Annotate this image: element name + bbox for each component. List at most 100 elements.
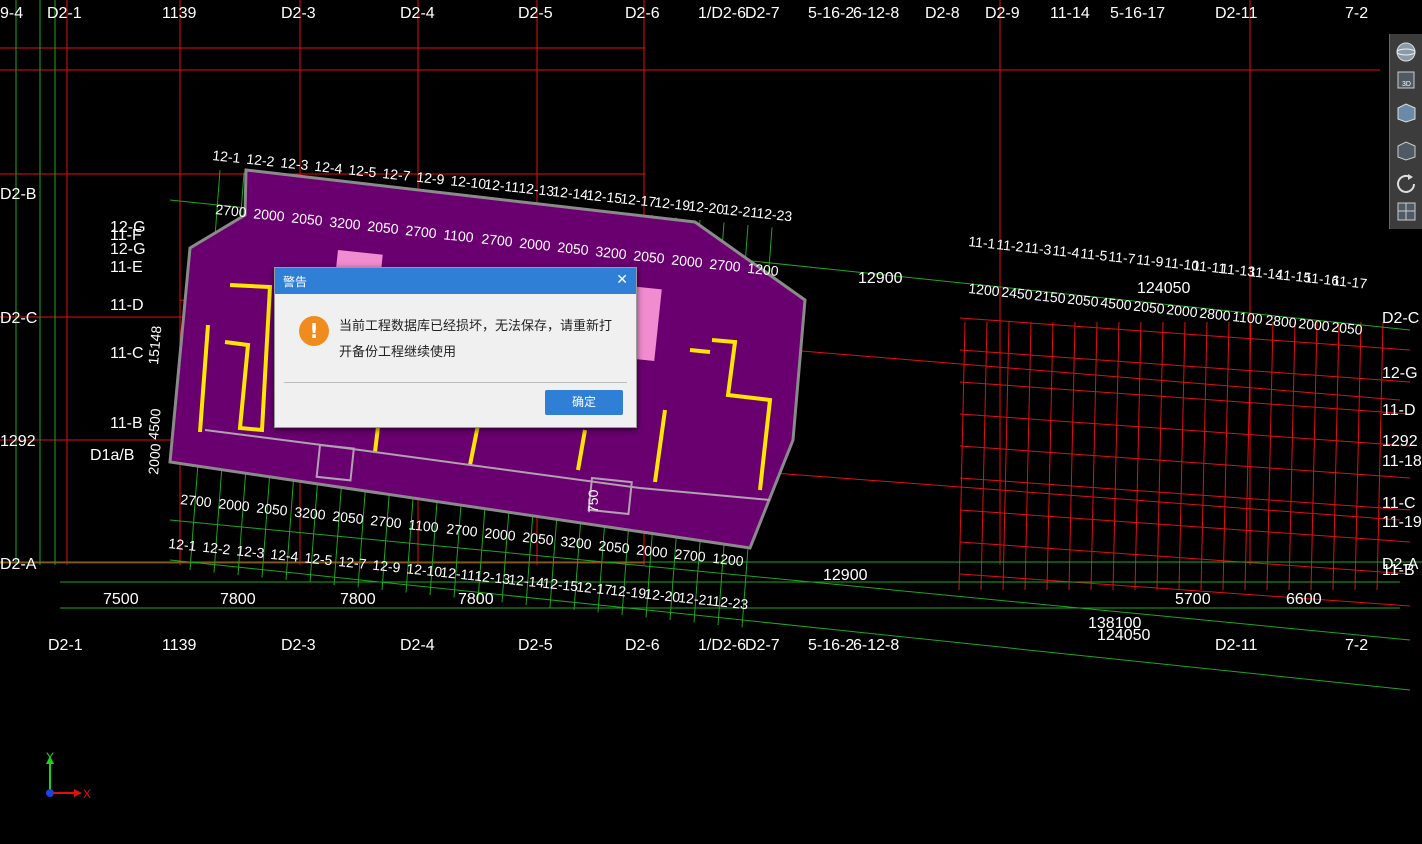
axis-label: 3200 [560, 533, 593, 552]
cad-drawing-canvas[interactable]: 9-4 D2-1 1139 D2-3 D2-4 D2-5 D2-6 1/D2-6D2-7 5-1… [0, 0, 1422, 844]
axis-label: 12-5 [348, 161, 378, 180]
axis-label: D2-11 [1215, 5, 1257, 22]
axis-label: 12-19 [654, 194, 691, 214]
axis-label: 2700 [481, 230, 514, 249]
axis-label: 12-15 [586, 187, 623, 207]
axis-label: 6-12-8 [853, 5, 899, 22]
axis-label: 2800 [1265, 312, 1298, 331]
axis-label: 5-16-17 [1110, 5, 1165, 22]
axis-label: 5-16-2 [808, 5, 854, 22]
view-toolbar: 3D [1389, 34, 1422, 229]
axis-label: 2000 [145, 443, 164, 476]
axis-label: 11-5 [1080, 245, 1109, 264]
axis-label: 6600 [1286, 591, 1322, 608]
axis-label: D2-1 [48, 637, 83, 654]
axis-label: D2-C [1382, 310, 1419, 327]
axis-label: 12-4 [314, 158, 344, 177]
axis-label: D1a/B [90, 447, 134, 464]
axis-label: 2450 [1001, 284, 1034, 303]
rotate-icon[interactable] [1394, 172, 1419, 197]
axis-label: 2800 [1199, 305, 1232, 324]
axis-label: 2000 [484, 525, 517, 544]
grid-line [1112, 321, 1120, 591]
axis-label: D2-B [0, 186, 36, 203]
axis-label: 8100 [0, 359, 4, 395]
axis-label: 2050 [633, 247, 666, 266]
close-icon[interactable]: ✕ [616, 272, 628, 288]
axis-label: 6-12-8 [853, 637, 899, 654]
axis-label: 11-4 [1052, 242, 1081, 261]
axis-label: 4800 [0, 99, 4, 135]
axis-label: 12-1 [212, 147, 242, 166]
grid-line [958, 321, 966, 591]
axis-label: 12-2 [246, 151, 276, 170]
view-3d-cube-icon[interactable]: 3D [1394, 68, 1419, 93]
warning-icon: ! [299, 316, 329, 346]
axis-label: D2-5 [518, 637, 553, 654]
axis-label: D2-6 [625, 637, 660, 654]
axis-label: 12-1 [168, 535, 198, 554]
axis-label: 1292 [0, 433, 36, 450]
axis-label: D2-A [0, 556, 37, 573]
view-sphere-icon[interactable] [1394, 40, 1419, 65]
axis-label: 7-2 [1345, 637, 1368, 654]
axis-label: 7800 [220, 591, 256, 608]
axis-label: 2050 [557, 239, 590, 258]
grid-line [1178, 321, 1186, 591]
grid-line [959, 541, 1411, 575]
axis-label: 2700 [446, 520, 479, 539]
grid-line [1266, 321, 1274, 591]
axis-label: 12-11 [440, 564, 476, 584]
dialog-body: ! 当前工程数据库已经损坏，无法保存，请重新打开备份工程继续使用 [275, 294, 636, 382]
axis-label: 12900 [823, 567, 868, 584]
dialog-message: 当前工程数据库已经损坏，无法保存，请重新打开备份工程继续使用 [339, 319, 613, 360]
axis-label: 12-5 [304, 549, 334, 568]
axis-label: 1/D2-6 [698, 637, 746, 654]
axis-label: 12-7 [338, 553, 368, 572]
axis-label: 12900 [858, 270, 903, 287]
axis-label: 8100 [0, 484, 4, 520]
axis-label: 11-E [110, 259, 143, 276]
axis-label: 1139 [162, 5, 197, 22]
axis-label: 12-3 [280, 154, 310, 173]
axis-label: 2700 [370, 512, 403, 531]
layout-grid-icon[interactable] [1394, 199, 1419, 224]
axis-label: D2-11 [1215, 637, 1257, 654]
grid-line [959, 413, 1411, 447]
axis-label: 4500 [145, 408, 164, 441]
axis-label: 1100 [408, 516, 440, 535]
axis-label: D2-8 [925, 5, 960, 22]
grid-line [1002, 321, 1010, 591]
axis-x-label: X [83, 787, 91, 801]
axis-label: 2150 [1034, 287, 1067, 306]
axis-label: 11-2 [996, 236, 1025, 255]
axis-label: D2-3 [281, 637, 316, 654]
view-top-cube-icon[interactable] [1394, 100, 1419, 125]
ok-button[interactable]: 确定 [545, 390, 623, 415]
view-side-cube-icon[interactable] [1394, 138, 1419, 163]
grid-line [1332, 321, 1340, 591]
dialog-title: 警告 [283, 275, 308, 289]
axis-label: 1300 [0, 144, 4, 180]
grid-line [1288, 321, 1296, 591]
axis-label: 12-21 [678, 589, 715, 609]
axis-label: 12-G [1382, 365, 1418, 382]
axis-label: D2-5 [518, 5, 553, 22]
axis-label: 2700 [215, 201, 248, 220]
axis-label: 2000 [218, 495, 251, 514]
axis-label: 2050 [522, 529, 555, 548]
axis-label: 2050 [598, 537, 631, 556]
grid-line [1354, 321, 1362, 591]
axis-label: 11-14 [1050, 5, 1090, 22]
axis-label: 11-B [110, 415, 143, 432]
dialog-titlebar[interactable]: 警告 ✕ [275, 268, 636, 294]
axis-label: 12-23 [712, 593, 749, 613]
axis-label: 2000 [1298, 315, 1331, 334]
axis-label: 12-20 [644, 585, 681, 605]
axis-label: 12-9 [416, 169, 446, 188]
axis-label: 2700 [674, 546, 707, 565]
axis-label: D2-6 [625, 5, 660, 22]
axis-label: 7800 [458, 591, 494, 608]
axis-label: 2700 [405, 222, 438, 241]
axis-label: 12-14 [552, 183, 589, 203]
